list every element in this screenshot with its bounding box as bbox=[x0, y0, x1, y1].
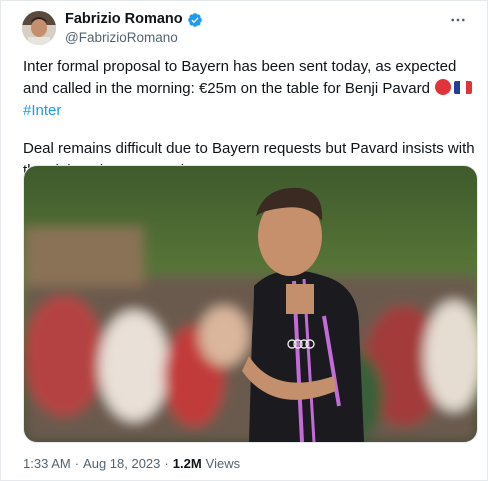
tweet-paragraph-1-text: Inter formal proposal to Bayern has been… bbox=[23, 58, 457, 97]
tweet-meta: 1:33 AM · Aug 18, 2023 · 1.2M Views bbox=[23, 456, 240, 471]
tweet-paragraph-1: Inter formal proposal to Bayern has been… bbox=[23, 56, 478, 122]
verified-badge-icon bbox=[187, 12, 203, 28]
meta-separator: · bbox=[74, 456, 80, 471]
author-block: Fabrizio Romano @FabrizioRomano bbox=[65, 11, 203, 46]
more-options-icon[interactable] bbox=[447, 9, 469, 31]
avatar[interactable] bbox=[22, 11, 56, 45]
tweet-card: Fabrizio Romano @FabrizioRomano Inter fo… bbox=[0, 0, 488, 481]
austria-flag-emoji bbox=[435, 79, 452, 95]
views-label: Views bbox=[205, 456, 241, 471]
france-flag-emoji bbox=[454, 80, 473, 94]
tweet-time[interactable]: 1:33 AM bbox=[23, 456, 71, 471]
hashtag-inter-link[interactable]: #Inter bbox=[23, 102, 61, 119]
meta-separator-2: · bbox=[164, 456, 169, 471]
views-count: 1.2M bbox=[172, 456, 202, 471]
tweet-media-photo[interactable] bbox=[23, 165, 478, 443]
author-name[interactable]: Fabrizio Romano bbox=[65, 11, 183, 28]
tweet-date[interactable]: Aug 18, 2023 bbox=[83, 456, 160, 471]
flag-emojis bbox=[435, 79, 473, 95]
author-handle[interactable]: @FabrizioRomano bbox=[65, 29, 203, 46]
